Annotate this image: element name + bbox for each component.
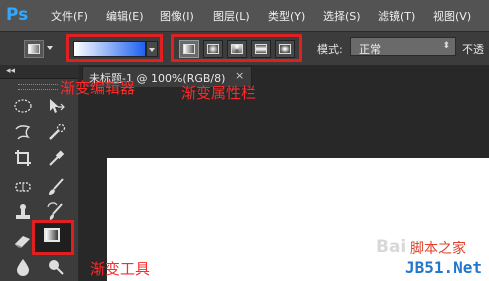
quick-selection-tool[interactable] bbox=[45, 121, 67, 143]
radial-gradient-button[interactable] bbox=[203, 40, 223, 58]
mode-label: 模式: bbox=[317, 43, 343, 56]
opacity-label: 不透 bbox=[462, 43, 484, 56]
gradient-preset-icon bbox=[28, 44, 40, 54]
blend-mode-value: 正常 bbox=[359, 43, 381, 56]
menu-type[interactable]: 类型(Y) bbox=[268, 8, 305, 24]
gradient-tool-icon bbox=[44, 228, 60, 242]
eyedropper-icon bbox=[49, 150, 65, 166]
menu-image[interactable]: 图像(I) bbox=[160, 8, 194, 24]
gradient-tool-highlight[interactable] bbox=[32, 220, 74, 255]
updown-arrow-icon: ⬍ bbox=[442, 41, 450, 51]
menu-bar: Ps 文件(F) 编辑(E) 图像(I) 图层(L) 类型(Y) 选择(S) 滤… bbox=[0, 0, 489, 31]
dodge-icon bbox=[49, 260, 64, 275]
eraser-tool[interactable] bbox=[12, 229, 34, 251]
radial-gradient-icon bbox=[207, 44, 219, 54]
menu-view[interactable]: 视图(V) bbox=[433, 8, 471, 24]
blur-tool[interactable] bbox=[12, 256, 34, 278]
angle-gradient-icon bbox=[231, 44, 243, 54]
linear-gradient-button[interactable] bbox=[179, 40, 199, 58]
gradient-picker-dropdown[interactable] bbox=[146, 41, 158, 57]
linear-gradient-icon bbox=[183, 44, 195, 54]
watermark-jb51: JB51.Net bbox=[405, 258, 483, 277]
stamp-icon bbox=[16, 204, 30, 219]
collapse-icon[interactable]: ◂◂ bbox=[6, 65, 15, 77]
brush-icon bbox=[49, 178, 64, 195]
dodge-tool[interactable] bbox=[45, 256, 67, 278]
healing-brush-icon bbox=[15, 182, 31, 192]
gradient-editor-highlight bbox=[66, 34, 163, 62]
chevron-down-icon[interactable] bbox=[47, 46, 53, 50]
annotation-gradient-tool: 渐变工具 bbox=[90, 260, 151, 278]
crop-icon bbox=[15, 150, 31, 166]
move-icon bbox=[50, 99, 65, 113]
watermark-jiaoben: 脚本之家 bbox=[410, 241, 466, 257]
close-icon[interactable]: × bbox=[235, 69, 244, 82]
annotation-gradient-editor: 渐变编辑器 bbox=[60, 79, 136, 97]
lasso-icon bbox=[15, 125, 31, 140]
lasso-tool[interactable] bbox=[12, 121, 34, 143]
eraser-icon bbox=[14, 236, 30, 248]
reflected-gradient-icon bbox=[255, 44, 267, 54]
angle-gradient-button[interactable] bbox=[227, 40, 247, 58]
brush-tool[interactable] bbox=[45, 176, 67, 198]
diamond-gradient-button[interactable] bbox=[275, 40, 295, 58]
clone-stamp-tool[interactable] bbox=[12, 201, 34, 223]
menu-select[interactable]: 选择(S) bbox=[323, 8, 361, 24]
eyedropper-tool[interactable] bbox=[45, 147, 67, 169]
menu-file[interactable]: 文件(F) bbox=[51, 8, 88, 24]
watermark-baidu: Bai bbox=[376, 237, 407, 257]
quick-selection-icon bbox=[49, 123, 66, 140]
tool-preset-picker[interactable] bbox=[24, 40, 44, 58]
marquee-tool[interactable] bbox=[12, 95, 34, 117]
blend-mode-select[interactable]: 正常 ⬍ bbox=[350, 37, 456, 56]
menu-layer[interactable]: 图层(L) bbox=[213, 8, 250, 24]
menu-filter[interactable]: 滤镜(T) bbox=[378, 8, 415, 24]
reflected-gradient-button[interactable] bbox=[251, 40, 271, 58]
ellipse-marquee-icon bbox=[14, 99, 32, 113]
blur-drop-icon bbox=[17, 259, 29, 276]
gradient-types-highlight bbox=[171, 34, 302, 62]
annotation-gradient-types: 渐变属性栏 bbox=[181, 84, 257, 102]
gradient-editor-swatch[interactable] bbox=[73, 41, 146, 57]
chevron-down-icon bbox=[149, 48, 155, 52]
photoshop-logo: Ps bbox=[6, 5, 29, 25]
panel-grip[interactable] bbox=[18, 84, 58, 90]
diamond-gradient-icon bbox=[279, 44, 291, 54]
move-tool[interactable] bbox=[45, 95, 67, 117]
crop-tool[interactable] bbox=[12, 147, 34, 169]
menu-edit[interactable]: 编辑(E) bbox=[106, 8, 144, 24]
healing-brush-tool[interactable] bbox=[12, 176, 34, 198]
